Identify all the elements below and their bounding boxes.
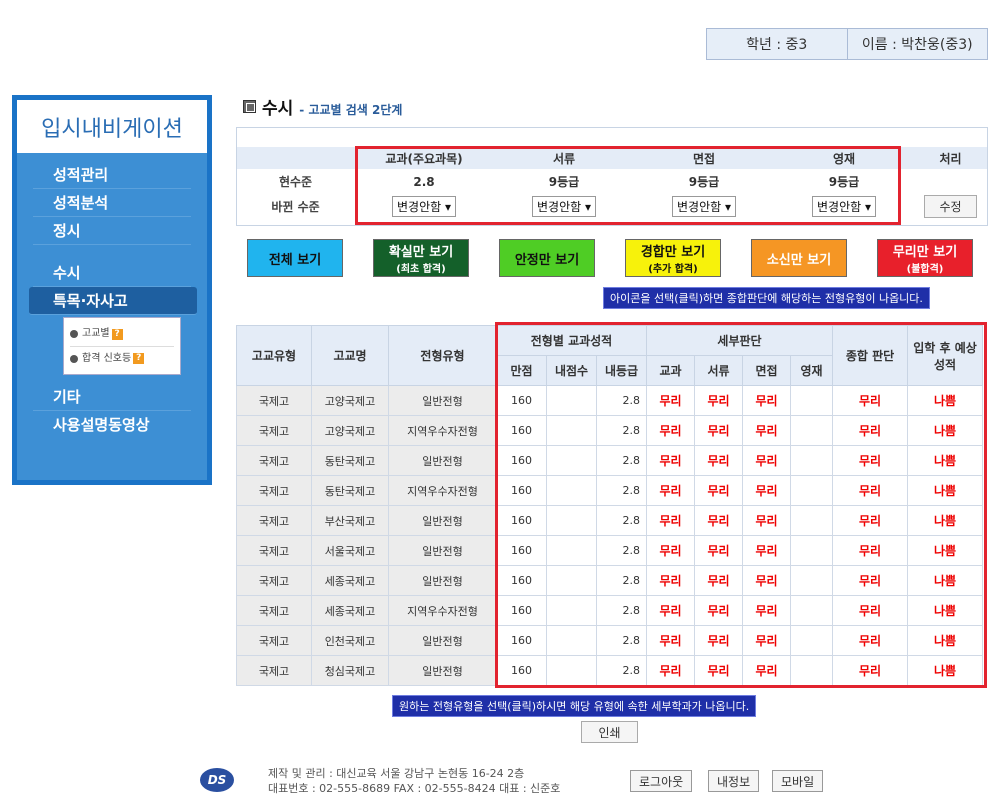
cell-admission-type[interactable]: 일반전형 [388, 535, 497, 566]
filter-reach-button[interactable]: 무리만 보기 (불합격) [877, 239, 973, 277]
cell-admission-type[interactable]: 일반전형 [388, 385, 497, 416]
cell-school-name: 세종국제고 [311, 595, 389, 626]
cell-school-type: 국제고 [236, 505, 312, 536]
page-subtitle: - 고교별 검색 2단계 [299, 102, 403, 117]
filter-certain-button[interactable]: 확실만 보기 (최초 합격) [373, 239, 469, 277]
sidebar-item-grades[interactable]: 성적관리 [33, 161, 191, 189]
cell-school-type: 국제고 [236, 595, 312, 626]
highlight-box-levels [355, 146, 901, 225]
submenu-item-by-school[interactable]: 고교별? [70, 322, 174, 346]
cell-admission-type[interactable]: 일반전형 [388, 625, 497, 656]
cell-school-type: 국제고 [236, 535, 312, 566]
cell-school-name: 고양국제고 [311, 415, 389, 446]
cell-school-name: 서울국제고 [311, 535, 389, 566]
cell-school-type: 국제고 [236, 415, 312, 446]
sidebar-item-video[interactable]: 사용설명동영상 [33, 411, 191, 439]
help-icon: ? [133, 353, 145, 364]
print-button[interactable]: 인쇄 [581, 721, 638, 743]
sidebar-item-analysis[interactable]: 성적분석 [33, 189, 191, 217]
highlight-box-results [495, 322, 987, 688]
cell-school-type: 국제고 [236, 445, 312, 476]
cell-school-name: 동탄국제고 [311, 475, 389, 506]
grade-label: 학년 : 중3 [746, 37, 808, 53]
footer: DS 제작 및 관리 : 대신교육 서울 강남구 논현동 16-24 2층 대표… [200, 766, 1000, 800]
current-level-label: 현수준 [278, 175, 313, 189]
page-title: 수시 [262, 99, 294, 119]
cell-school-type: 국제고 [236, 475, 312, 506]
filter-all-button[interactable]: 전체 보기 [247, 239, 343, 277]
footer-address: 제작 및 관리 : 대신교육 서울 강남구 논현동 16-24 2층 [268, 767, 525, 780]
my-info-button[interactable]: 내정보 [708, 770, 760, 792]
sidebar-item-regular[interactable]: 정시 [33, 217, 191, 245]
sidebar-item-special-school[interactable]: 특목·자사고 [29, 287, 197, 315]
header-school-name: 고교명 [311, 325, 389, 386]
student-name-label: 이름 : 박찬웅(중3) [846, 29, 988, 59]
calculator-icon [243, 100, 256, 113]
cell-school-name: 부산국제고 [311, 505, 389, 536]
cell-school-name: 인천국제고 [311, 625, 389, 656]
help-icon: ? [111, 328, 123, 340]
header-admission-type: 전형유형 [388, 325, 497, 386]
cell-admission-type[interactable]: 일반전형 [388, 505, 497, 536]
edit-button[interactable]: 수정 [924, 195, 977, 218]
notice-icon-hint: 아이콘을 선택(클릭)하면 종합판단에 해당하는 전형유형이 나옵니다. [603, 287, 930, 309]
student-info-box: 학년 : 중3 이름 : 박찬웅(중3) [706, 28, 988, 60]
company-logo: DS [200, 768, 234, 792]
cell-school-name: 동탄국제고 [311, 445, 389, 476]
sidebar-item-rolling[interactable]: 수시 [33, 259, 191, 287]
cell-admission-type[interactable]: 일반전형 [388, 655, 497, 686]
bullet-icon [70, 354, 78, 363]
col-action: 처리 [914, 147, 987, 169]
sidebar-submenu: 고교별? 합격 신호등? [63, 317, 181, 375]
cell-admission-type[interactable]: 지역우수자전형 [388, 475, 497, 506]
submenu-item-signal[interactable]: 합격 신호등? [70, 346, 174, 370]
cell-school-type: 국제고 [236, 385, 312, 416]
bullet-icon [70, 330, 78, 338]
cell-school-name: 세종국제고 [311, 565, 389, 596]
filter-belief-button[interactable]: 소신만 보기 [751, 239, 847, 277]
cell-admission-type[interactable]: 일반전형 [388, 565, 497, 596]
header-school-type: 고교유형 [236, 325, 312, 386]
filter-stable-button[interactable]: 안정만 보기 [499, 239, 595, 277]
cell-admission-type[interactable]: 지역우수자전형 [388, 415, 497, 446]
cell-school-type: 국제고 [236, 565, 312, 596]
cell-school-type: 국제고 [236, 655, 312, 686]
cell-school-name: 청심국제고 [311, 655, 389, 686]
cell-school-type: 국제고 [236, 625, 312, 656]
sidebar: 입시내비게이션 성적관리 성적분석 정시 수시 특목·자사고 고교별? 합격 신… [12, 95, 212, 485]
mobile-button[interactable]: 모바일 [772, 770, 824, 792]
footer-contact: 대표번호 : 02-555-8689 FAX : 02-555-8424 대표 … [268, 782, 561, 795]
page-heading: 수시 - 고교별 검색 2단계 [243, 94, 402, 119]
filter-competitive-button[interactable]: 경합만 보기 (추가 합격) [625, 239, 721, 277]
sidebar-title: 입시내비게이션 [17, 100, 207, 153]
cell-admission-type[interactable]: 일반전형 [388, 445, 497, 476]
notice-admission-hint: 원하는 전형유형을 선택(클릭)하시면 해당 유형에 속한 세부학과가 나옵니다… [392, 695, 757, 717]
cell-admission-type[interactable]: 지역우수자전형 [388, 595, 497, 626]
logout-button[interactable]: 로그아웃 [630, 770, 693, 792]
changed-level-label: 바뀐 수준 [271, 200, 320, 214]
cell-school-name: 고양국제고 [311, 385, 389, 416]
sidebar-item-etc[interactable]: 기타 [33, 383, 191, 411]
